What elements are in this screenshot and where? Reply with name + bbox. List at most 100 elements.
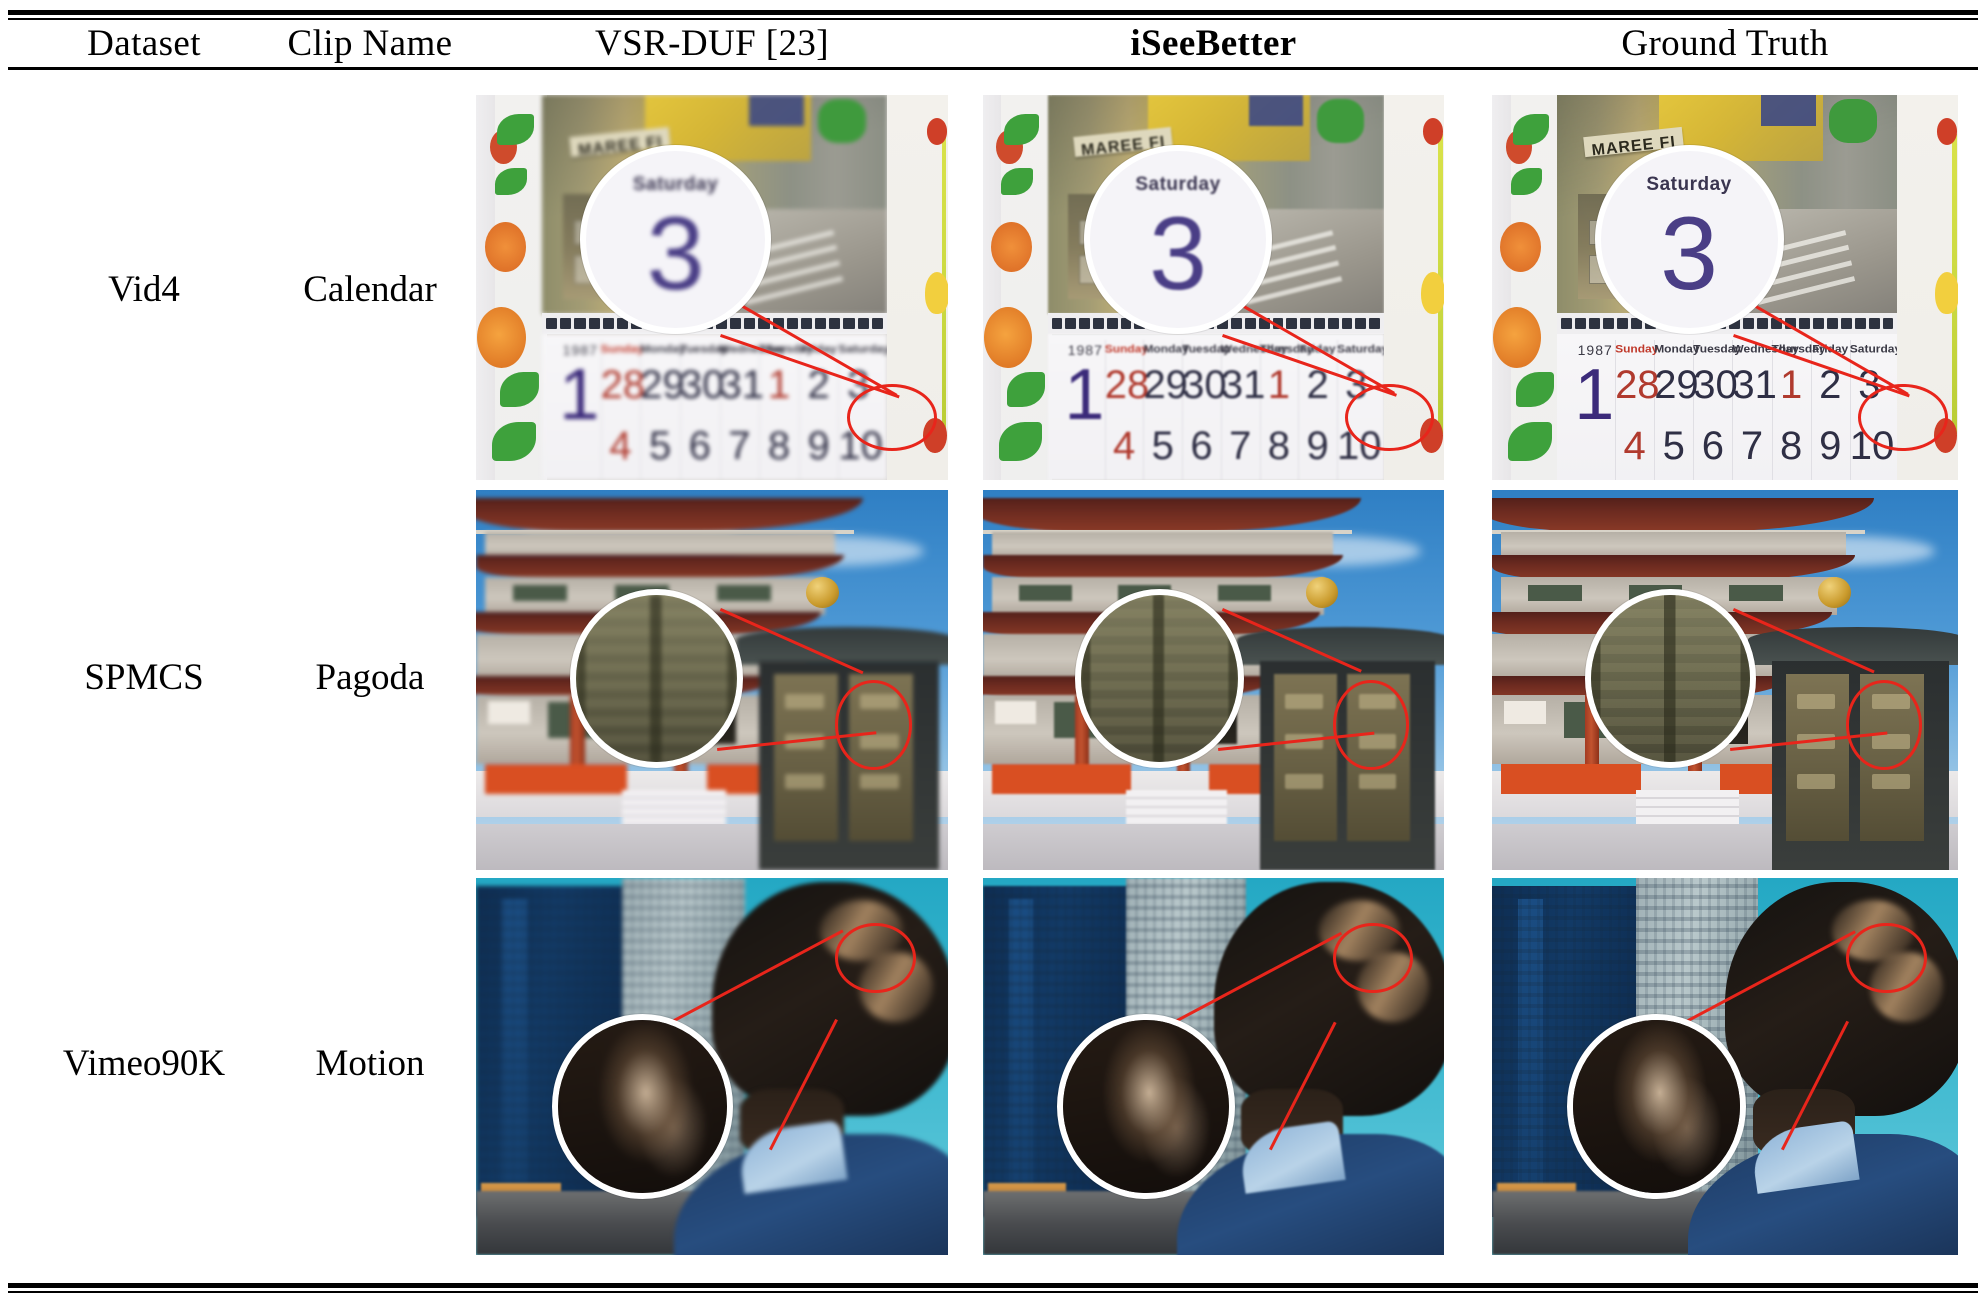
calendar-daynum: 1	[1779, 362, 1803, 407]
table-header-rule	[8, 67, 1978, 70]
calendar-dayname-monday: Monday	[1654, 343, 1700, 356]
leaf-icon	[492, 422, 537, 461]
calendar-daynum: 6	[688, 424, 711, 469]
image-cell-motion-iseebetter	[983, 878, 1444, 1255]
zoom-magnifier-circle	[1566, 1013, 1747, 1200]
detail-marker-ellipse	[1846, 923, 1927, 994]
calendar-month-number: 1	[559, 354, 600, 435]
calendar-dayname-tuesday: Tuesday	[1182, 343, 1230, 356]
golden-finial-icon	[806, 577, 840, 608]
calendar-dayname-sunday: Sunday	[1104, 343, 1149, 356]
zoom-magnifier-circle: Saturday 3	[1084, 145, 1272, 335]
image-cell-pagoda-iseebetter	[983, 490, 1444, 870]
calendar-sheet: 1987 1 Sunday Monday Tuesday Wednesday T…	[542, 333, 890, 480]
golden-finial-icon	[1305, 577, 1338, 608]
duck-icon	[1421, 272, 1444, 315]
calendar-daynum: 31	[719, 362, 765, 407]
magnifier-day-label: Saturday	[1135, 173, 1221, 195]
calendar-daynum: 8	[767, 424, 791, 469]
leaf-icon	[998, 422, 1042, 461]
detail-marker-ellipse	[1846, 680, 1923, 770]
calendar-daynum: 9	[1306, 424, 1329, 469]
calendar-daynum: 7	[1740, 424, 1764, 469]
pagoda-scene-duf	[476, 490, 948, 870]
calendar-dayname-monday: Monday	[1143, 343, 1189, 356]
flower-icon	[476, 306, 527, 369]
calendar-daynum: 4	[1623, 424, 1646, 469]
leaf-icon	[1510, 168, 1543, 196]
qualitative-comparison-figure: Dataset Clip Name VSR-DUF [23] iSeeBette…	[0, 0, 1986, 1300]
motion-scene-ground-truth	[1492, 878, 1958, 1255]
motion-scene-iseebetter	[983, 878, 1444, 1255]
calendar-daynum: 5	[648, 424, 672, 469]
calendar-daynum: 31	[1732, 362, 1777, 407]
table-bottom-rule-thin	[8, 1291, 1978, 1293]
detail-marker-ellipse	[1333, 680, 1409, 770]
calendar-daynum: 28	[1104, 362, 1150, 407]
image-cell-calendar-ground-truth: MAREE FI 1987 1 Sunday Monday Tuesday We…	[1492, 95, 1958, 480]
leaf-icon	[1513, 114, 1550, 146]
calendar-dayname-sunday: Sunday	[1615, 343, 1659, 356]
column-header-iseebetter: iSeeBetter	[1130, 23, 1297, 64]
detail-marker-ellipse	[834, 680, 912, 770]
zoom-magnifier-circle	[1056, 1013, 1235, 1200]
calendar-dayname-saturday: Saturday	[1336, 343, 1389, 356]
table-header-row: Dataset Clip Name VSR-DUF [23] iSeeBette…	[0, 20, 1986, 67]
calendar-daynum: 5	[1151, 424, 1174, 469]
magnifier-day-label: Saturday	[1646, 173, 1732, 195]
calendar-scene-ground-truth: MAREE FI 1987 1 Sunday Monday Tuesday We…	[1492, 95, 1958, 480]
zoom-magnifier-circle: Saturday 3	[579, 145, 772, 335]
leaf-icon	[494, 168, 528, 196]
calendar-daynum: 28	[600, 362, 646, 407]
zoom-magnifier-circle: Saturday 3	[1594, 145, 1784, 335]
calendar-daynum: 5	[1662, 424, 1685, 469]
calendar-daynum: 1	[767, 362, 791, 407]
person-head	[712, 881, 948, 1116]
leaf-icon	[1003, 114, 1040, 146]
zoom-magnifier-circle	[570, 588, 743, 768]
image-cell-calendar-iseebetter: MAREE FI 1987 1 Sunday Monday Tuesday We…	[983, 95, 1444, 480]
flower-icon	[1492, 306, 1542, 369]
image-cell-motion-ground-truth	[1492, 878, 1958, 1255]
flower-icon	[983, 306, 1032, 369]
detail-marker-ellipse	[834, 923, 917, 994]
calendar-daynum: 4	[1112, 424, 1136, 469]
detail-marker-ellipse	[1333, 923, 1414, 994]
person-head	[1725, 881, 1958, 1116]
pagoda-scene-ground-truth	[1492, 490, 1958, 870]
duck-icon	[924, 272, 948, 315]
leaf-icon	[497, 114, 534, 146]
calendar-scene-duf: MAREE FI 1987 1 Sunday Monday Tuesday We…	[476, 95, 948, 480]
table-top-rule	[8, 10, 1978, 15]
flower-icon	[484, 222, 527, 273]
calendar-daynum: 6	[1190, 424, 1213, 469]
calendar-dayname-monday: Monday	[640, 343, 686, 356]
calendar-month-number: 1	[1574, 354, 1615, 435]
zoom-magnifier-circle	[1075, 588, 1244, 768]
flower-icon	[1500, 222, 1542, 273]
calendar-daynum: 7	[728, 424, 751, 469]
leaf-icon	[500, 372, 539, 407]
motion-scene-duf	[476, 878, 948, 1255]
calendar-daynum: 4	[609, 424, 632, 469]
table-bottom-rule	[8, 1283, 1978, 1288]
calendar-daynum: 30	[1693, 362, 1738, 407]
image-cell-pagoda-ground-truth	[1492, 490, 1958, 870]
zoom-magnifier-circle	[1585, 588, 1756, 768]
calendar-dayname-saturday: Saturday	[1849, 343, 1902, 356]
calendar-daynum: 9	[1819, 424, 1842, 469]
golden-finial-icon	[1818, 577, 1851, 608]
magnifier-day-number: 3	[1149, 195, 1207, 312]
calendar-daynum: 9	[807, 424, 830, 469]
calendar-daynum: 30	[679, 362, 725, 407]
calendar-daynum: 29	[1654, 362, 1699, 407]
leaf-icon	[1515, 372, 1555, 407]
magnifier-day-number: 3	[646, 195, 705, 312]
calendar-month-number: 1	[1064, 354, 1105, 435]
pagoda-scene-iseebetter	[983, 490, 1444, 870]
zoom-magnifier-circle	[551, 1013, 734, 1200]
calendar-dayname-saturday: Saturday	[838, 343, 890, 356]
image-cell-motion-vsr-duf	[476, 878, 948, 1255]
calendar-dayname-tuesday: Tuesday	[679, 343, 728, 356]
leaf-icon	[1001, 168, 1033, 196]
